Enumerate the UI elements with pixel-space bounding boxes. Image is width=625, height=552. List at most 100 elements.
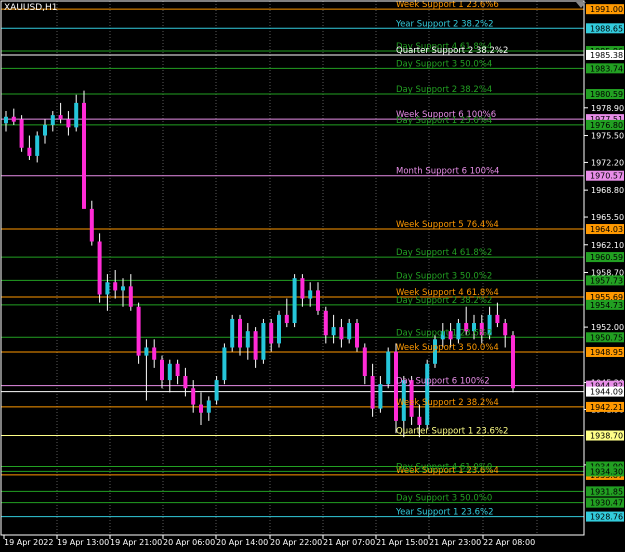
candle-body [300,278,305,299]
time-label: 20 Apr 22:00 [270,538,322,547]
candle-body [417,416,422,425]
candle-body [113,282,118,291]
support-level-label: Quarter Support 2 38.2%2 [396,46,508,56]
candle-body [316,290,320,311]
time-label: 21 Apr 15:00 [376,538,428,547]
candle-body [97,241,102,295]
support-level-label: Day Support 3 50.0%4 [396,59,492,69]
candle-body [355,323,359,348]
candle-body [308,290,313,299]
candle-body [362,347,367,377]
support-level-label: Day Support 4 61.8%2 [396,248,492,258]
time-label: 21 Apr 23:00 [429,538,481,547]
candle-body [339,327,344,340]
candle-body [82,102,86,209]
time-label: 19 Apr 21:00 [110,538,162,547]
candle-body [386,351,391,385]
candle-body [136,306,141,356]
support-level-label: Year Support 1 23.6%2 [395,508,494,518]
chart-shift-marker-icon[interactable] [576,2,586,8]
candle-body [238,318,242,348]
axis-tick-label: 1962.10 [591,241,624,250]
candle-body [66,119,71,128]
axis-tick-label: 1965.50 [591,213,624,222]
support-level-label: Day Support 2 38.2%2 [396,296,492,306]
time-label: 19 Apr 13:00 [57,538,109,547]
price-tag-label: 1991.00 [590,5,623,14]
candle-body [277,314,281,344]
price-tag-label: 1938.70 [590,432,623,441]
price-tag-label: 1988.65 [590,24,623,33]
candle-body [378,384,383,409]
time-label: 19 Apr 2022 [4,538,53,547]
axis-tick-label: 1968.80 [591,186,624,195]
candle-body [269,323,274,344]
axis-tick-label: 1972.20 [591,158,624,167]
axis-tick-label: 1978.90 [591,104,624,113]
candle-body [4,116,8,124]
candle-body [370,376,375,409]
price-tag-label: 1928.76 [590,513,623,522]
support-level-label: Week Support 3 50.0%4 [396,343,499,353]
candle-body [105,282,110,295]
candle-body [245,331,250,348]
price-tag-label: 1948.95 [590,348,623,357]
axis-tick-label: 1975.50 [591,132,624,141]
price-tag-label: 1954.73 [590,301,623,310]
symbol-title: XAUUSD,H1 [4,3,58,13]
price-tag-label: 1983.74 [590,64,623,73]
support-level-label: Day Support 6 100%2 [396,377,490,387]
candle-body [503,323,508,336]
candle-body [425,363,430,425]
price-tag-label: 1942.21 [590,403,623,412]
candle-body [511,335,515,389]
price-tag-label: 1976.80 [590,121,623,130]
candle-body [74,102,79,128]
candle-body [183,376,188,389]
support-level-label: Day Support 1 23.6%4 [396,116,492,126]
candle-body [495,314,500,324]
candle-body [11,116,16,122]
price-tag-label: 1950.75 [590,333,623,342]
support-level-label: Week Support 2 38.2%4 [396,398,499,408]
time-label: 20 Apr 06:00 [163,538,215,547]
price-tag-label: 1931.85 [590,487,623,496]
support-level-label: Week Support 5 76.4%4 [396,220,499,230]
price-tag-label: 1980.59 [590,90,623,99]
price-tag-label: 1985.38 [590,51,623,60]
time-label: 22 Apr 08:00 [483,538,535,547]
candle-body [152,347,157,360]
candle-body [230,318,235,348]
candle-body [284,314,289,324]
candle-body [261,323,266,360]
candle-body [144,347,149,356]
candle-body [160,359,164,381]
candle-body [27,147,32,156]
support-level-label: Week Support 1 23.6%6 [396,0,499,10]
price-chart[interactable]: Week Support 1 23.6%6 Day Support 4 61.8%… [0,0,625,552]
candle-body [253,331,258,360]
candle-body [58,115,63,120]
candle-body [89,208,94,242]
candle-body [214,380,219,401]
price-tag-label: 1964.03 [590,225,623,234]
price-tag-label: 1957.73 [590,276,623,285]
candle-body [128,286,133,307]
support-level-label: Quarter Support 1 23.6%2 [396,427,508,437]
support-level-label: Day Support 2 38.2%4 [396,85,492,95]
price-tag-label: 1934.30 [590,467,623,476]
support-level-label: Month Support 6 100%4 [396,167,499,177]
price-tag-label: 1930.47 [590,499,623,508]
candle-body [191,388,196,405]
support-level-label: Day Support 3 50.0%2 [396,271,492,281]
support-level-label: Day Support 4 61.0%0 [396,462,492,472]
candle-body [206,400,211,413]
price-tag-label: 1944.09 [590,388,623,397]
candle-body [292,278,297,324]
candle-body [35,135,40,156]
support-level-label: Day Support 3 50.0%0 [396,494,492,504]
candle-body [121,286,125,291]
axis-tick-label: 1952.00 [591,323,624,332]
candle-body [43,124,47,136]
time-label: 21 Apr 07:00 [323,538,375,547]
